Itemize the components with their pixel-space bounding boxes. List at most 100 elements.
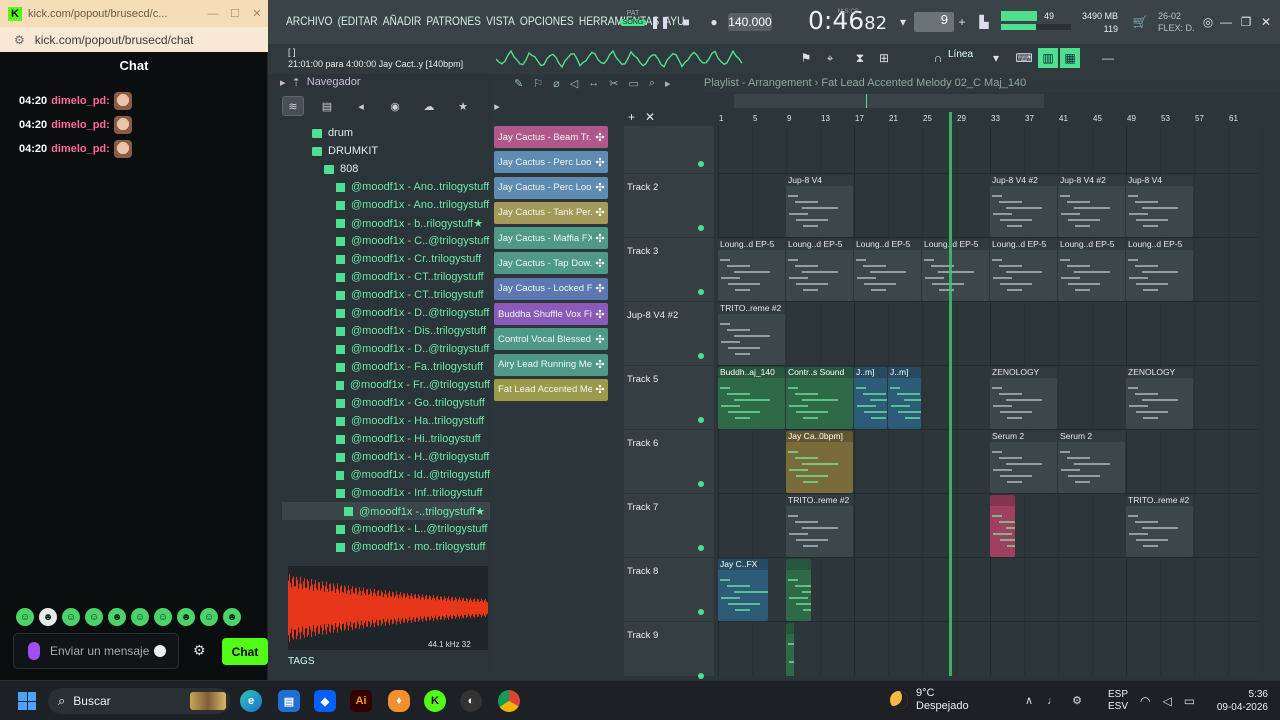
tab-favorites-icon[interactable]: ★ (452, 96, 474, 116)
emote-icon[interactable]: ☻ (39, 608, 57, 626)
pencil-tool-icon[interactable]: ✎ (514, 77, 523, 90)
edge-icon[interactable]: e (240, 690, 262, 712)
browser-file[interactable]: @moodf1x - CT..trilogystuff (282, 268, 490, 286)
browser-file[interactable]: @moodf1x - Ha..trilogystuff (282, 412, 490, 430)
playlist-clip[interactable] (786, 559, 811, 621)
wifi-icon[interactable]: ◠ (1140, 694, 1150, 708)
menu-item[interactable]: ARCHIVO (286, 14, 332, 28)
browser-back-icon[interactable]: ⇡ (292, 76, 301, 89)
fl-close-icon[interactable]: ✕ (1256, 12, 1276, 32)
browser-file[interactable]: @moodf1x - mo..trilogystuff (282, 538, 490, 556)
emote-icon[interactable]: ☺ (62, 608, 80, 626)
clip-source-item[interactable]: Fat Lead Accented Me... ✣ (494, 378, 608, 401)
playlist-clip[interactable]: ZENOLOGY (1126, 367, 1193, 429)
menu-item[interactable]: (EDITAR (338, 14, 378, 28)
minimize-icon[interactable]: — (202, 8, 224, 20)
typing-keyboard-icon[interactable]: ▥ (1038, 48, 1058, 68)
kick-app-icon[interactable]: K (424, 690, 446, 712)
menu-item[interactable]: HERRAMIENTAS (579, 14, 659, 28)
url-bar[interactable]: ⚙ kick.com/popout/brusecd/chat (0, 27, 268, 52)
shop-icon[interactable]: 🛒 (1130, 12, 1150, 32)
clip-source-item[interactable]: Jay Cactus - Perc Loo... ✣ (494, 176, 608, 199)
playlist-clip[interactable]: Loung..d EP-5 (718, 239, 785, 301)
browser-file[interactable]: @moodf1x - Ano..trilogystuff (282, 196, 490, 214)
message-user[interactable]: dimelo_pd: (51, 119, 110, 131)
chat-send-button[interactable]: Chat (222, 638, 268, 665)
playlist-clip[interactable]: ZENOLOGY (990, 367, 1057, 429)
playlist-clip[interactable]: Loung..d EP-5 (1058, 239, 1125, 301)
fl-studio-icon[interactable]: ♦ (388, 690, 410, 712)
piano-roll-icon[interactable]: ⊞ (874, 48, 894, 68)
track-mute-led[interactable] (698, 609, 704, 615)
browser-file[interactable]: @moodf1x - Cr..trilogystuff (282, 250, 490, 268)
site-settings-icon[interactable]: ⚙ (14, 33, 25, 47)
menu-item[interactable]: AÑADIR (383, 14, 422, 28)
playlist-clip[interactable]: J..m] (854, 367, 887, 429)
playlist-overview[interactable] (734, 94, 1044, 108)
browser-file[interactable]: @moodf1x - H..@trilogystuff (282, 448, 490, 466)
chrome-icon[interactable] (498, 690, 520, 712)
playlist-clip[interactable]: Jay C..FX (718, 559, 768, 621)
browser-file[interactable]: @moodf1x - D..@trilogystuff (282, 340, 490, 358)
playlist-clip[interactable]: TRITO..reme #2 (786, 495, 853, 557)
browser-menu-icon[interactable]: ▸ (280, 76, 286, 89)
flex-news[interactable]: 26-02 FLEX: D. (1158, 10, 1195, 34)
track-mute-led[interactable] (698, 225, 704, 231)
tab-cloud-icon[interactable]: ☁ (418, 96, 440, 116)
clock[interactable]: 5:36 09-04-2026 (1208, 688, 1268, 714)
playlist-clip[interactable]: Jay Ca..0bpm] (786, 431, 853, 493)
pat-song-switch[interactable]: PAT SONG (620, 10, 646, 34)
playlist-clip[interactable] (786, 623, 794, 676)
select-tool-icon[interactable]: ▭ (628, 77, 638, 90)
step-edit-icon[interactable]: ▦ (1060, 48, 1080, 68)
clip-source-item[interactable]: Jay Cactus - Tap Dow... ✣ (494, 252, 608, 275)
track-mute-led[interactable] (698, 481, 704, 487)
chevron-up-icon[interactable]: ∧ (1025, 694, 1033, 707)
slip-tool-icon[interactable]: ↔ (588, 77, 599, 89)
browser-file[interactable]: @moodf1x - D..@trilogystuff (282, 304, 490, 322)
playhead[interactable] (949, 112, 952, 676)
tab-projects-icon[interactable]: ◉ (384, 96, 406, 116)
track-header[interactable]: Track 6 (624, 430, 714, 494)
track-mute-led[interactable] (698, 545, 704, 551)
obs-icon[interactable]: ◐ (460, 690, 482, 712)
menu-item[interactable]: PATRONES (426, 14, 481, 28)
browser-file[interactable]: @moodf1x - Id..@trilogystuff (282, 466, 490, 484)
playlist-clip[interactable]: Contr..s Sound (786, 367, 853, 429)
chat-message-input[interactable]: Enviar un mensaje (13, 633, 179, 669)
track-mute-led[interactable] (698, 161, 704, 167)
delete-tool-icon[interactable]: ⌀ (553, 77, 560, 90)
playlist-clip[interactable]: Jup-8 V4 #2 (990, 175, 1057, 237)
pattern-picker-icon[interactable]: ▙ (974, 12, 994, 32)
snap-selector[interactable]: Línea (948, 49, 973, 60)
track-mute-led[interactable] (698, 289, 704, 295)
chat-settings-icon[interactable]: ⚙ (193, 642, 206, 659)
track-mute-led[interactable] (698, 673, 704, 679)
browser-file[interactable]: @moodf1x - Fr..@trilogystuff (282, 376, 490, 394)
tab-more-icon[interactable]: ▸ (486, 96, 508, 116)
browser-folder[interactable]: 808 (282, 160, 490, 178)
keyboard-icon[interactable]: ⌨ (1014, 48, 1034, 68)
browser-file[interactable]: @moodf1x -..trilogystuff★ (282, 502, 490, 520)
weather-widget[interactable]: 9°C Despejado (890, 687, 969, 713)
menu-item[interactable]: OPCIONES (520, 14, 574, 28)
playlist-clip[interactable]: Serum 2 (990, 431, 1057, 493)
track-header[interactable]: Track 3 (624, 238, 714, 302)
playlist-clip[interactable]: J..m] (888, 367, 921, 429)
menu-item[interactable]: VISTA (486, 14, 515, 28)
snap-tool-icon[interactable]: ⌖ (820, 48, 840, 68)
microphone-icon[interactable] (28, 642, 40, 660)
playlist-clip[interactable]: TRITO..reme #2 (1126, 495, 1193, 557)
browser-file[interactable]: @moodf1x - Fa..trilogystuff (282, 358, 490, 376)
browser-folder[interactable]: drum (282, 124, 490, 142)
message-user[interactable]: dimelo_pd: (51, 143, 110, 155)
browser-file[interactable]: @moodf1x - Ano..trilogystuff (282, 178, 490, 196)
play-tool-icon[interactable]: ▸ (665, 77, 671, 90)
slice-tool-icon[interactable]: ✂ (609, 77, 618, 90)
illustrator-icon[interactable]: Ai (350, 690, 372, 712)
microphone-tray-icon[interactable]: ♩ (1047, 695, 1058, 707)
track-header[interactable] (624, 110, 714, 174)
emote-icon[interactable]: ☻ (223, 608, 241, 626)
magnet-icon[interactable]: ∩ (928, 48, 948, 68)
timeline-ruler[interactable]: 1 5 9 13 17 21 25 29 33 37 41 45 49 53 57 61 (718, 110, 1258, 126)
